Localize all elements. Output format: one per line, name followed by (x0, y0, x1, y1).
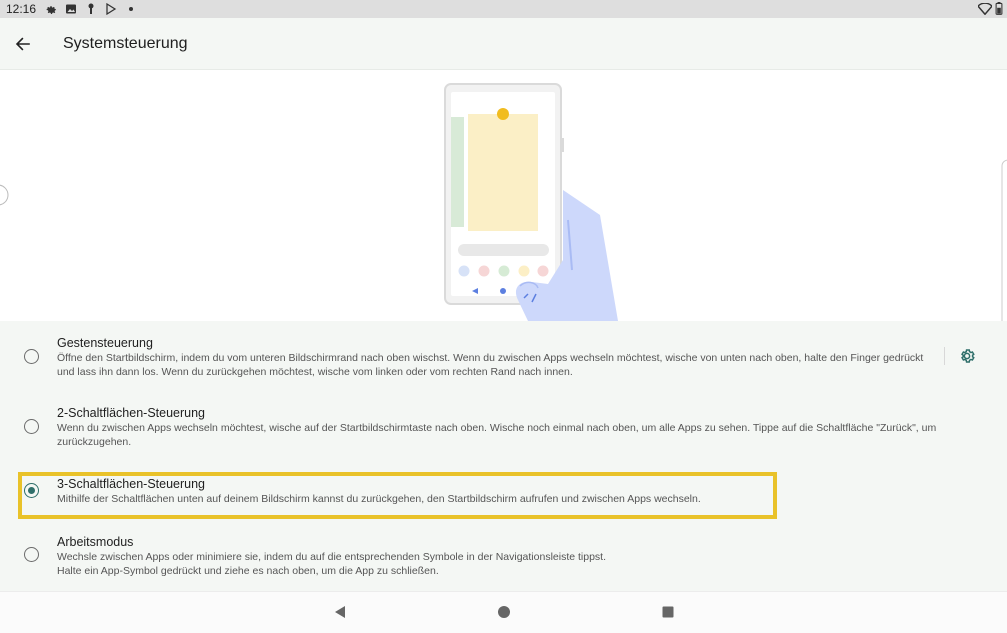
option-description: Wechsle zwischen Apps oder minimiere sie… (57, 551, 607, 577)
option-description: Öffne den Startbildschirm, indem du vom … (57, 352, 924, 378)
divider (944, 347, 945, 365)
nav-recents-button[interactable] (657, 601, 679, 623)
option-3-button-navigation[interactable]: 3-Schaltflächen-Steuerung Mithilfe der S… (0, 475, 1007, 511)
pin-icon (84, 2, 98, 16)
recents-square-icon (662, 606, 674, 618)
app-bar: Systemsteuerung (0, 18, 1007, 70)
battery-icon (995, 2, 1003, 15)
radio-3-button-navigation[interactable] (24, 483, 39, 498)
radio-work-mode[interactable] (24, 547, 39, 562)
gear-icon (961, 349, 975, 363)
back-button[interactable] (5, 26, 41, 62)
radio-2-button-navigation[interactable] (24, 419, 39, 434)
system-navigation-bar (0, 591, 1007, 633)
nav-home-button[interactable] (493, 601, 515, 623)
gesture-settings-button[interactable] (956, 345, 978, 367)
gear-icon (44, 2, 58, 16)
option-work-mode[interactable]: Arbeitsmodus Wechsle zwischen Apps oder … (0, 533, 1007, 583)
option-description: Wenn du zwischen Apps wechseln möchtest,… (57, 422, 937, 448)
play-store-icon (104, 2, 118, 16)
status-bar: 12:16 (0, 0, 1007, 18)
navigation-illustration (0, 70, 1007, 321)
option-title: Gestensteuerung (57, 336, 153, 350)
radio-gesture-navigation[interactable] (24, 349, 39, 364)
dot-icon (124, 2, 138, 16)
phone-hand-illustration (0, 83, 1007, 321)
option-2-button-navigation[interactable]: 2-Schaltflächen-Steuerung Wenn du zwisch… (0, 400, 1007, 460)
option-title: 3-Schaltflächen-Steuerung (57, 477, 206, 491)
nav-back-button[interactable] (329, 601, 351, 623)
wifi-icon (978, 2, 992, 15)
home-circle-icon (498, 606, 510, 618)
option-title: 2-Schaltflächen-Steuerung (57, 406, 206, 420)
option-gesture-navigation[interactable]: Gestensteuerung Öffne den Startbildschir… (0, 330, 1007, 390)
option-description: Mithilfe der Schaltflächen unten auf dei… (57, 493, 701, 505)
option-title: Arbeitsmodus (57, 535, 134, 549)
arrow-left-icon (15, 37, 30, 50)
status-time: 12:16 (6, 2, 37, 16)
back-triangle-icon (335, 606, 345, 618)
page-title: Systemsteuerung (63, 34, 188, 52)
image-icon (64, 2, 78, 16)
